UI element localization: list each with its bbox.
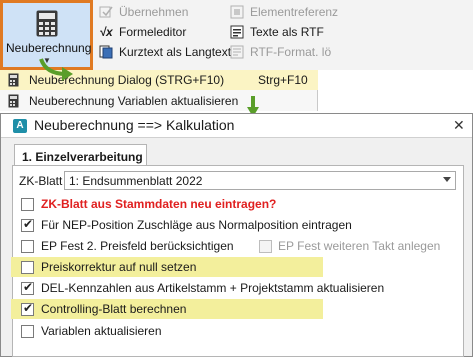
chevron-down-icon: [443, 177, 451, 182]
checkbox[interactable]: [21, 325, 34, 338]
neuberechnung-label: Neuberechnung: [6, 41, 92, 55]
checkmark-icon: ✔: [23, 301, 34, 315]
checkbox[interactable]: ✔: [21, 301, 34, 316]
option-label: EP Fest 2. Preisfeld berücksichtigen: [41, 239, 234, 253]
option-label: DEL-Kennzahlen aus Artikelstamm + Projek…: [41, 281, 385, 295]
elementreferenz-label: Elementreferenz: [250, 5, 339, 19]
option-label: ZK-Blatt aus Stammdaten neu eintragen?: [41, 197, 277, 211]
kurztext-langtext-label: Kurztext als Langtext: [119, 45, 232, 59]
zk-blatt-label: ZK-Blatt: [19, 174, 63, 188]
calculator-icon: [8, 73, 19, 87]
checkmark-icon: ✔: [23, 217, 34, 231]
option-controlling-blatt[interactable]: ✔ Controlling-Blatt berechnen: [11, 299, 323, 319]
option-nep-zuschlaege[interactable]: ✔ Für NEP-Position Zuschläge aus Normalp…: [13, 215, 463, 235]
zk-blatt-select[interactable]: 1: Endsummenblatt 2022: [64, 171, 456, 190]
checkbox[interactable]: ✔: [21, 217, 34, 232]
option-label: Für NEP-Position Zuschläge aus Normalpos…: [41, 218, 352, 232]
dialog-titlebar[interactable]: A Neuberechnung ==> Kalkulation ✕: [1, 114, 472, 138]
formeleditor-button[interactable]: √x Formeleditor: [98, 23, 186, 41]
texte-als-rtf-button[interactable]: Texte als RTF: [229, 23, 324, 41]
checkmark-icon: ✔: [23, 280, 34, 294]
elementreferenz-button[interactable]: Elementreferenz: [229, 3, 338, 21]
option-label: Preiskorrektur auf null setzen: [41, 260, 197, 274]
option-zk-blatt-neu[interactable]: ZK-Blatt aus Stammdaten neu eintragen?: [13, 194, 463, 214]
checkbox[interactable]: [21, 240, 34, 253]
arrow-icon: [39, 58, 73, 81]
calculator-icon: [36, 10, 58, 37]
option-label: Controlling-Blatt berechnen: [41, 302, 187, 316]
apply-icon: [98, 4, 114, 20]
formula-icon: √x: [99, 25, 113, 39]
checkbox[interactable]: [21, 261, 34, 274]
ep-fest-takt-label: EP Fest weiteren Takt anlegen: [278, 239, 441, 253]
option-variablen[interactable]: Variablen aktualisieren: [13, 321, 463, 341]
option-del-kennzahlen[interactable]: ✔ DEL-Kennzahlen aus Artikelstamm + Proj…: [13, 278, 463, 298]
checkbox[interactable]: [21, 198, 34, 211]
checkbox-ep-fest-takt[interactable]: [259, 240, 272, 253]
kurztext-langtext-button[interactable]: Kurztext als Langtext: [98, 43, 231, 61]
text-copy-icon: [98, 44, 114, 60]
tab-einzelverarbeitung[interactable]: 1. Einzelverarbeitung: [14, 144, 147, 166]
uebernehmen-label: Übernehmen: [119, 5, 189, 19]
option-ep-fest-2[interactable]: EP Fest 2. Preisfeld berücksichtigen EP …: [13, 236, 463, 256]
rtf-format-button[interactable]: RTF-Format. lö: [229, 43, 331, 61]
uebernehmen-button[interactable]: Übernehmen: [98, 3, 188, 21]
rtf-format-icon: [229, 44, 245, 60]
element-icon: [229, 4, 245, 20]
close-icon[interactable]: ✕: [453, 117, 465, 134]
menu-item-label: Neuberechnung Variablen aktualisieren: [29, 94, 239, 108]
option-label: Variablen aktualisieren: [41, 324, 162, 338]
tab-panel: ZK-Blatt 1: Endsummenblatt 2022 ZK-Blatt…: [11, 165, 464, 357]
formeleditor-label: Formeleditor: [119, 25, 187, 39]
rtf-icon: [229, 24, 245, 40]
checkbox[interactable]: ✔: [21, 280, 34, 295]
menu-item-variablen-aktualisieren[interactable]: Neuberechnung Variablen aktualisieren: [0, 91, 318, 111]
calculator-icon: [8, 94, 19, 108]
texte-als-rtf-label: Texte als RTF: [250, 25, 324, 39]
rtf-format-label: RTF-Format. lö: [250, 45, 332, 59]
menu-item-shortcut: Strg+F10: [258, 73, 308, 87]
neuberechnung-dialog: A Neuberechnung ==> Kalkulation ✕ 1. Ein…: [0, 113, 473, 357]
option-preiskorrektur[interactable]: Preiskorrektur auf null setzen: [11, 257, 323, 277]
dialog-title: Neuberechnung ==> Kalkulation: [34, 117, 235, 133]
zk-blatt-value: 1: Endsummenblatt 2022: [69, 174, 203, 188]
app-logo-icon: A: [13, 119, 27, 133]
